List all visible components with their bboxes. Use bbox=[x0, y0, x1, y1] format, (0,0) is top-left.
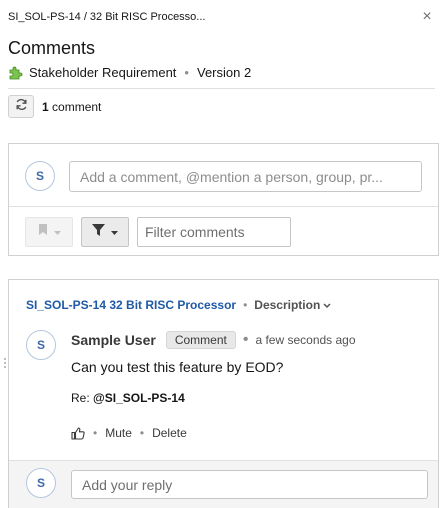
compose-panel: S bbox=[8, 143, 439, 256]
action-separator: • bbox=[139, 426, 145, 440]
action-separator: • bbox=[93, 426, 98, 440]
comment-reference: Re: @SI_SOL-PS-14 bbox=[71, 391, 185, 405]
avatar: S bbox=[25, 161, 55, 191]
comment-type-badge: Comment bbox=[165, 331, 236, 349]
filter-button[interactable] bbox=[81, 217, 129, 247]
reply-composer: S bbox=[9, 460, 438, 508]
comment-actions: • Mute • Delete bbox=[71, 426, 187, 440]
artifact-version: Version 2 bbox=[196, 64, 252, 80]
chevron-down-icon bbox=[53, 223, 61, 241]
comment-input[interactable] bbox=[69, 161, 422, 192]
reference-prefix: Re: bbox=[71, 391, 90, 405]
avatar: S bbox=[26, 330, 56, 360]
close-icon[interactable]: × bbox=[419, 8, 435, 26]
thumbs-up-icon[interactable] bbox=[71, 426, 85, 440]
avatar: S bbox=[26, 468, 56, 498]
filter-comments-input[interactable] bbox=[137, 217, 291, 247]
meta-separator: • bbox=[184, 64, 189, 80]
comment-timestamp: a few seconds ago bbox=[255, 333, 356, 347]
author-name: Sample User bbox=[71, 332, 156, 348]
puzzle-icon bbox=[8, 65, 23, 80]
description-label: Description bbox=[254, 298, 321, 312]
artifact-meta: Stakeholder Requirement • Version 2 bbox=[8, 63, 251, 81]
header-divider bbox=[8, 88, 435, 89]
page-title: Comments bbox=[8, 38, 96, 58]
thread-separator: • bbox=[243, 298, 248, 312]
artifact-type: Stakeholder Requirement bbox=[29, 64, 177, 80]
bookmark-icon bbox=[38, 223, 48, 241]
drag-handle-icon[interactable] bbox=[3, 356, 7, 368]
comment-thread: SI_SOL-PS-14 32 Bit RISC Processor • Des… bbox=[4, 279, 439, 508]
bookmark-filter-button bbox=[25, 217, 73, 247]
chevron-down-icon bbox=[323, 298, 331, 312]
comment-meta-separator: • bbox=[242, 331, 249, 348]
mute-button[interactable]: Mute bbox=[105, 426, 132, 440]
description-dropdown[interactable]: Description bbox=[254, 298, 331, 312]
breadcrumb: SI_SOL-PS-14 / 32 Bit RISC Processo... bbox=[8, 11, 206, 23]
refresh-icon bbox=[15, 98, 28, 116]
comment-count-label: comment bbox=[52, 100, 102, 114]
chevron-down-icon bbox=[111, 223, 118, 241]
refresh-button[interactable] bbox=[8, 95, 34, 118]
reply-input[interactable] bbox=[71, 470, 428, 499]
reference-mention: @SI_SOL-PS-14 bbox=[93, 391, 185, 405]
compose-divider bbox=[9, 206, 438, 207]
comment-body: Can you test this feature by EOD? bbox=[71, 359, 284, 375]
comment-count-number: 1 bbox=[42, 100, 49, 114]
thread-header: SI_SOL-PS-14 32 Bit RISC Processor • Des… bbox=[26, 298, 331, 312]
panel-header: SI_SOL-PS-14 / 32 Bit RISC Processo... × bbox=[0, 0, 443, 36]
comment-count: 1 comment bbox=[42, 100, 101, 114]
delete-button[interactable]: Delete bbox=[152, 426, 187, 440]
filter-icon bbox=[92, 223, 105, 241]
comment-meta: Sample User Comment • a few seconds ago bbox=[71, 331, 356, 349]
artifact-link[interactable]: SI_SOL-PS-14 32 Bit RISC Processor bbox=[26, 298, 236, 312]
